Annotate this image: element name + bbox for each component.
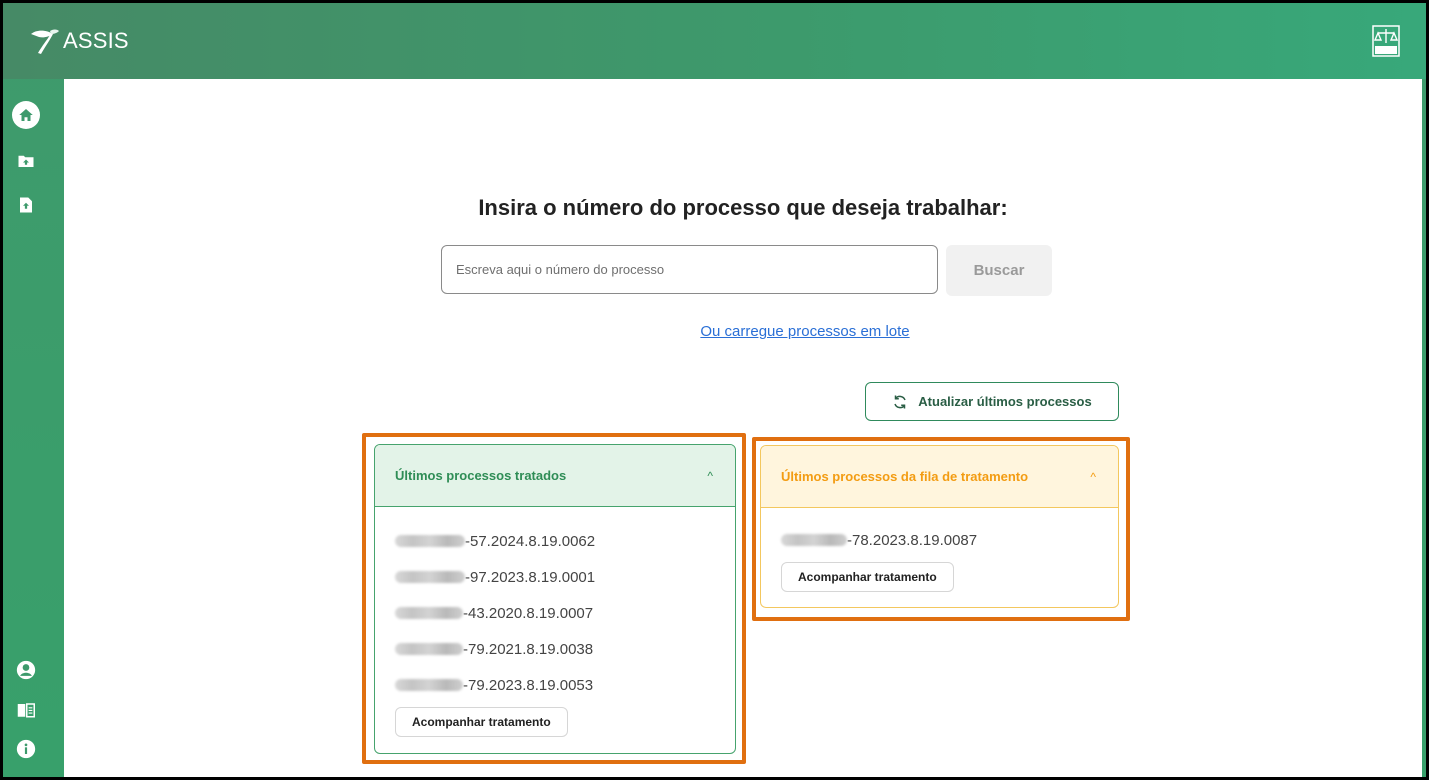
redacted-mark: [395, 607, 463, 619]
page-title: Insira o número do processo que deseja t…: [478, 195, 1008, 220]
treated-processes-card: Últimos processos tratados ^ -57.2024.8.…: [374, 444, 736, 754]
process-item[interactable]: -97.2023.8.19.0001: [395, 559, 735, 595]
queue-card-body: -78.2023.8.19.0087 Acompanhar tratamento: [761, 508, 1118, 592]
book-icon: [17, 703, 35, 718]
process-number-input[interactable]: [441, 245, 938, 294]
queue-card-title: Últimos processos da fila de tratamento: [781, 469, 1029, 484]
process-item[interactable]: -78.2023.8.19.0087: [781, 522, 1118, 558]
refresh-processes-button[interactable]: Atualizar últimos processos: [865, 382, 1119, 421]
main-panel: Insira o número do processo que deseja t…: [64, 79, 1422, 777]
treated-card-title: Últimos processos tratados: [395, 468, 567, 483]
sidebar-item-folder-upload[interactable]: [12, 147, 40, 175]
process-item[interactable]: -79.2023.8.19.0053: [395, 667, 735, 703]
queue-processes-card: Últimos processos da fila de tratamento …: [760, 445, 1119, 608]
app-logo[interactable]: ASSIS: [29, 25, 129, 57]
sidebar-item-home[interactable]: [12, 101, 40, 129]
home-icon: [19, 109, 33, 121]
sidebar-item-info[interactable]: [12, 735, 40, 763]
follow-treatment-button[interactable]: Acompanhar tratamento: [781, 562, 954, 592]
sidebar-item-file-upload[interactable]: [12, 191, 40, 219]
assis-logo-icon: [31, 29, 59, 54]
chevron-up-icon[interactable]: ^: [1090, 470, 1096, 484]
sidebar: [3, 79, 64, 777]
redacted-mark: [395, 535, 465, 547]
app-window: ASSIS Insira o número do processo que de…: [3, 3, 1426, 777]
treated-card-header[interactable]: Últimos processos tratados ^: [375, 445, 735, 507]
process-item[interactable]: -79.2021.8.19.0038: [395, 631, 735, 667]
process-item[interactable]: -43.2020.8.19.0007: [395, 595, 735, 631]
folder-upload-icon: [18, 155, 34, 167]
refresh-icon: [894, 395, 907, 408]
app-name: ASSIS: [63, 28, 129, 53]
info-icon: [16, 739, 36, 759]
treated-card-body: -57.2024.8.19.0062 -97.2023.8.19.0001 -4…: [375, 507, 735, 737]
redacted-mark: [395, 643, 463, 655]
redacted-mark: [781, 534, 847, 546]
user-icon: [16, 660, 36, 680]
file-upload-icon: [20, 197, 32, 213]
pjerj-logo-icon: [1372, 25, 1400, 57]
sidebar-item-profile[interactable]: [12, 656, 40, 684]
chevron-up-icon[interactable]: ^: [707, 469, 713, 483]
redacted-mark: [395, 679, 463, 691]
sidebar-item-manual[interactable]: [12, 696, 40, 724]
redacted-mark: [395, 571, 465, 583]
process-item[interactable]: -57.2024.8.19.0062: [395, 523, 735, 559]
queue-card-header[interactable]: Últimos processos da fila de tratamento …: [761, 446, 1118, 508]
search-button[interactable]: Buscar: [946, 245, 1052, 296]
follow-treatment-button[interactable]: Acompanhar tratamento: [395, 707, 568, 737]
refresh-button-label: Atualizar últimos processos: [918, 394, 1092, 409]
top-bar: ASSIS: [3, 3, 1426, 79]
batch-upload-link[interactable]: Ou carregue processos em lote: [700, 323, 909, 340]
